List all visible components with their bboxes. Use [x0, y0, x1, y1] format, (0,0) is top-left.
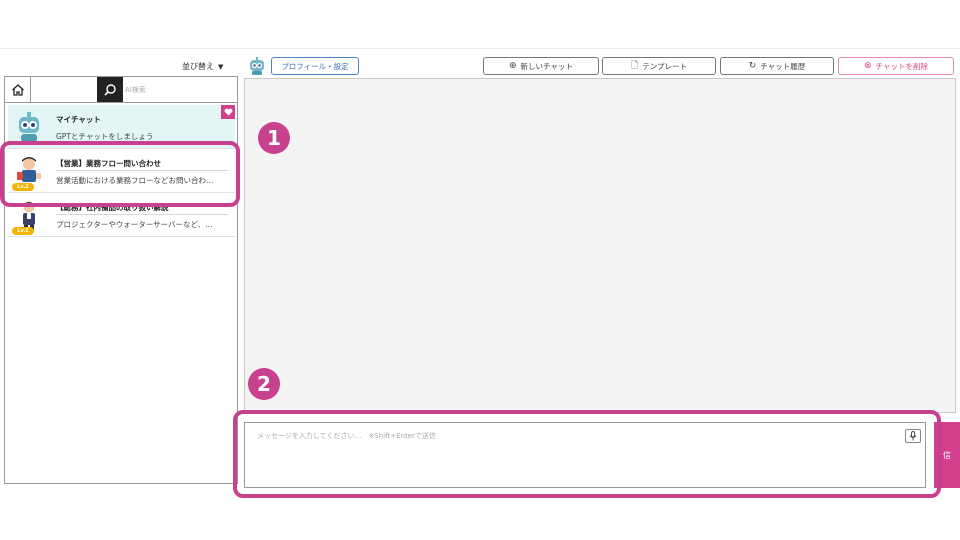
step-number: 1 — [267, 126, 281, 150]
history-icon: ↻ — [748, 61, 757, 71]
template-label: テンプレート — [642, 61, 688, 71]
step-number: 2 — [257, 372, 271, 396]
robot-avatar-icon — [19, 112, 39, 142]
chat-history-button[interactable]: ↻ チャット履歴 — [720, 57, 834, 75]
search-button[interactable] — [97, 77, 123, 102]
search-icon — [104, 83, 116, 96]
new-chat-label: 新しいチャット — [520, 61, 573, 71]
delete-chat-button[interactable]: ⊗ チャットを削除 — [838, 57, 954, 75]
highlight-frame-1 — [0, 141, 240, 207]
caret-down-icon: ▼ — [218, 62, 224, 71]
step-badge-1: 1 — [258, 122, 290, 154]
search-bar — [5, 77, 237, 103]
header-divider — [0, 48, 960, 49]
search-input[interactable] — [125, 81, 225, 98]
step-badge-2: 2 — [248, 368, 280, 400]
divider — [56, 214, 228, 215]
profile-settings-button[interactable]: プロフィール・設定 — [271, 57, 359, 75]
chat-message-area — [244, 78, 956, 413]
document-icon: 🗋 — [630, 61, 639, 71]
highlight-frame-2 — [233, 410, 941, 498]
send-label: 信 — [943, 450, 951, 460]
chat-sidebar: マイチャット GPTとチャットをしましょう Lv.2 【営業】業務フロー問い合わ… — [4, 76, 238, 484]
level-badge: Lv.2 — [12, 227, 34, 235]
delete-chat-label: チャットを削除 — [875, 61, 928, 71]
chat-title: マイチャット — [56, 115, 101, 124]
close-circle-icon: ⊗ — [864, 61, 872, 71]
sort-dropdown[interactable]: 並び替え ▼ — [182, 61, 223, 72]
home-icon — [11, 83, 24, 96]
new-chat-button[interactable]: ⊕ 新しいチャット — [483, 57, 599, 75]
plus-circle-icon: ⊕ — [509, 61, 517, 71]
template-button[interactable]: 🗋 テンプレート — [602, 57, 716, 75]
heart-icon — [224, 108, 232, 116]
chat-history-label: チャット履歴 — [760, 61, 806, 71]
profile-settings-label: プロフィール・設定 — [281, 61, 349, 71]
favorite-button[interactable] — [221, 105, 235, 119]
bot-avatar-icon — [250, 57, 264, 75]
chat-description: プロジェクターやウォーターサーバーなど、… — [56, 220, 213, 229]
home-button[interactable] — [5, 77, 31, 102]
sort-label: 並び替え — [182, 62, 214, 71]
